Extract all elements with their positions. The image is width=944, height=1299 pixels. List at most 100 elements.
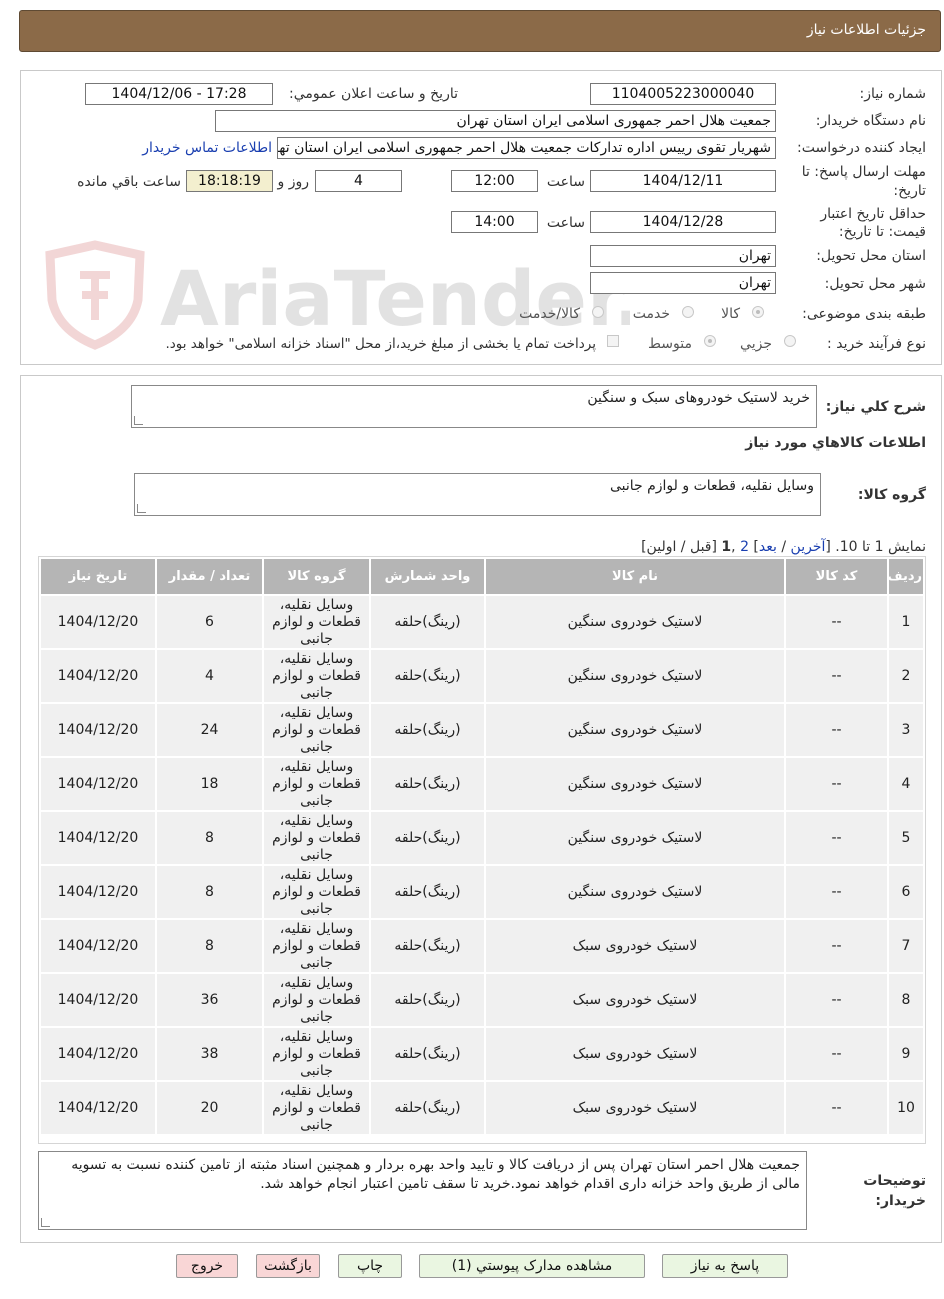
process-radio-medium[interactable] [704,335,716,347]
item-name-cell: لاستیک خودروی سنگین [484,756,786,812]
column-header: تاریخ نیاز [39,557,157,596]
goods-table: ردیف کد کالا نام کالا واحد شمارش گروه کالا تع… [39,557,925,1136]
column-header: نام کالا [484,557,786,596]
item-group-cell: وسایل نقلیه، قطعات و لوازم جانبی [262,702,371,758]
validity-time-label: ساعت [546,215,585,231]
table-row: 4 -- لاستیک خودروی سنگین (رینگ)حلقه وسایل نق… [39,756,925,812]
unit-cell: (رینگ)حلقه [369,810,486,866]
item-name-cell: لاستیک خودروی سنگین [484,594,786,650]
row-number-cell: 6 [887,864,925,920]
item-code-cell: -- [784,1080,889,1136]
item-group-cell: وسایل نقلیه، قطعات و لوازم جانبی [262,864,371,920]
goods-group-text: وسایل نقلیه، قطعات و لوازم جانبی [609,478,814,494]
item-code-cell: -- [784,864,889,920]
reply-button[interactable]: پاسخ به نیاز [662,1254,788,1278]
province-label: استان محل تحویل: [816,248,926,264]
goods-info-title: اطلاعات کالاهاي مورد نیاز [745,435,926,451]
item-group-cell: وسایل نقلیه، قطعات و لوازم جانبی [262,1080,371,1136]
item-group-cell: وسایل نقلیه، قطعات و لوازم جانبی [262,756,371,812]
table-row: 3 -- لاستیک خودروی سنگین (رینگ)حلقه وسایل نق… [39,702,925,758]
category-label: طبقه بندی موضوعی: [802,306,926,322]
summary-textarea[interactable]: خرید لاستیک خودروهای سبک و سنگین [131,385,817,428]
buyer-label: نام دستگاه خریدار: [815,113,926,129]
window-title: جزئیات اطلاعات نیاز [806,22,926,38]
resize-handle-icon[interactable] [41,1218,50,1227]
need-number-field[interactable]: 1104005223000040 [590,83,776,105]
deadline-label: مهلت ارسال پاسخ: تا [801,164,926,180]
unit-cell: (رینگ)حلقه [369,864,486,920]
table-row: 9 -- لاستیک خودروی سبک (رینگ)حلقه وسایل نقلی… [39,1026,925,1082]
unit-cell: (رینگ)حلقه [369,1026,486,1082]
days-field[interactable]: 4 [315,170,402,192]
validity-time-field[interactable]: 14:00 [451,211,538,233]
goods-group-textarea[interactable]: وسایل نقلیه، قطعات و لوازم جانبی [134,473,821,516]
category-option-service: خدمت [632,306,670,322]
table-row: 6 -- لاستیک خودروی سنگین (رینگ)حلقه وسایل نق… [39,864,925,920]
pagination-separator: / [776,539,791,555]
back-button[interactable]: بازگشت [256,1254,320,1278]
process-option-minor: جزیي [740,336,772,352]
deadline-time-label: ساعت [546,174,585,190]
category-radio-service[interactable] [682,306,694,318]
window-header: جزئیات اطلاعات نیاز [19,10,941,52]
item-group-cell: وسایل نقلیه، قطعات و لوازم جانبی [262,594,371,650]
notes-label: توضیحات [863,1173,926,1189]
quantity-cell: 8 [155,810,264,866]
unit-cell: (رینگ)حلقه [369,756,486,812]
category-option-both: کالا/خدمت [519,306,580,322]
city-field[interactable]: تهران [590,272,776,294]
pagination-next-link[interactable]: بعد [759,539,777,555]
resize-handle-icon[interactable] [134,416,143,425]
table-row: 2 -- لاستیک خودروی سنگین (رینگ)حلقه وسایل نق… [39,648,925,704]
need-date-cell: 1404/12/20 [39,648,157,704]
notes-textarea[interactable]: جمعیت هلال احمر استان تهران پس از دریافت… [38,1151,807,1230]
table-row: 8 -- لاستیک خودروی سبک (رینگ)حلقه وسایل نقلی… [39,972,925,1028]
buyer-field[interactable]: جمعیت هلال احمر جمهوری اسلامی ایران استا… [215,110,776,132]
validity-label-2: قیمت: تا تاریخ: [838,224,926,240]
pagination-page-2-link[interactable]: 2 [740,539,749,555]
buyer-contact-link[interactable]: اطلاعات تماس خریدار [142,140,272,156]
category-radio-both[interactable] [592,306,604,318]
need-number-label: شماره نیاز: [859,86,927,102]
unit-cell: (رینگ)حلقه [369,918,486,974]
validity-date-field[interactable]: 1404/12/28 [590,211,776,233]
treasury-payment-checkbox[interactable] [607,335,619,347]
need-date-cell: 1404/12/20 [39,810,157,866]
quantity-cell: 24 [155,702,264,758]
remaining-label: ساعت باقي مانده [77,174,181,190]
city-label: شهر محل تحویل: [824,276,926,292]
creator-label: ایجاد کننده درخواست: [797,140,926,156]
exit-button[interactable]: خروج [176,1254,238,1278]
quantity-cell: 8 [155,918,264,974]
deadline-time-field[interactable]: 12:00 [451,170,538,192]
column-header: گروه کالا [262,557,371,596]
process-radio-minor[interactable] [784,335,796,347]
row-number-cell: 4 [887,756,925,812]
creator-field[interactable]: شهریار تقوی رییس اداره تدارکات جمعیت هلا… [277,137,776,159]
view-attachments-button[interactable]: مشاهده مدارک پیوستي (1) [419,1254,645,1278]
pagination-current-page: 1 [721,539,732,555]
item-name-cell: لاستیک خودروی سنگین [484,864,786,920]
resize-handle-icon[interactable] [137,504,146,513]
row-number-cell: 2 [887,648,925,704]
process-option-medium: متوسط [648,336,692,352]
announce-field[interactable]: 1404/12/06 - 17:28 [85,83,273,105]
notes-label-2: خریدار: [875,1193,926,1209]
quantity-cell: 8 [155,864,264,920]
pagination-mid: ] [748,539,759,555]
need-date-cell: 1404/12/20 [39,1080,157,1136]
province-field[interactable]: تهران [590,245,776,267]
deadline-date-field[interactable]: 1404/12/11 [590,170,776,192]
column-header: واحد شمارش [369,557,486,596]
category-radio-goods[interactable] [752,306,764,318]
quantity-cell: 38 [155,1026,264,1082]
category-option-goods: کالا [721,306,740,322]
print-button[interactable]: چاپ [338,1254,402,1278]
deadline-label-2: تاریخ: [893,183,926,199]
column-header: کد کالا [784,557,889,596]
table-row: 7 -- لاستیک خودروی سبک (رینگ)حلقه وسایل نقلی… [39,918,925,974]
quantity-cell: 20 [155,1080,264,1136]
item-group-cell: وسایل نقلیه، قطعات و لوازم جانبی [262,1026,371,1082]
item-code-cell: -- [784,756,889,812]
pagination-last-link[interactable]: آخرین [791,539,826,555]
